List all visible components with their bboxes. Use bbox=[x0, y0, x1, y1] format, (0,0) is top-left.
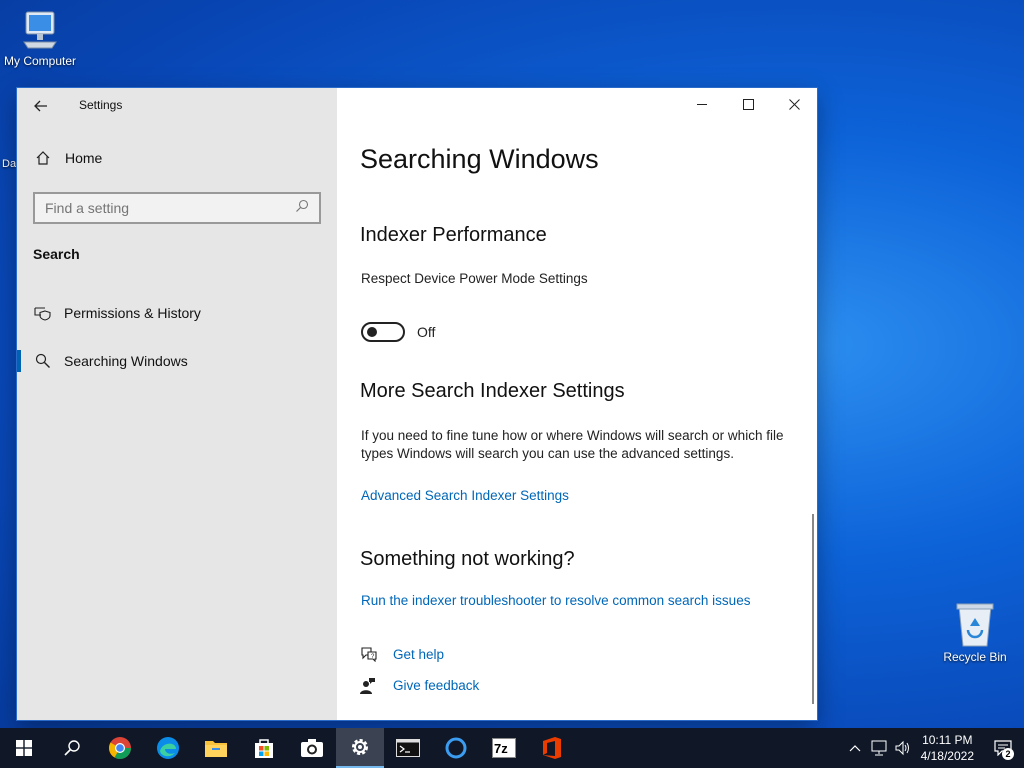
home-icon bbox=[33, 150, 53, 166]
page-title: Searching Windows bbox=[360, 144, 599, 174]
minimize-icon bbox=[696, 103, 707, 105]
get-help-link[interactable]: Get help bbox=[393, 647, 444, 662]
home-label: Home bbox=[65, 150, 103, 166]
maximize-button[interactable] bbox=[725, 88, 771, 120]
taskbar-cortana[interactable] bbox=[432, 728, 480, 768]
content-scrollbar[interactable] bbox=[812, 514, 814, 704]
settings-content: Searching Windows Indexer Performance Re… bbox=[337, 88, 817, 720]
search-icon bbox=[64, 740, 80, 756]
taskbar-7zip[interactable]: 7z bbox=[480, 728, 528, 768]
sidebar-item-home[interactable]: Home bbox=[33, 150, 102, 166]
clock-date: 4/18/2022 bbox=[920, 749, 974, 763]
advanced-indexer-settings-link[interactable]: Advanced Search Indexer Settings bbox=[361, 488, 569, 503]
partial-desktop-label: Da bbox=[2, 158, 17, 170]
cortana-icon bbox=[445, 737, 467, 759]
sidebar-item-permissions-history[interactable]: Permissions & History bbox=[17, 293, 337, 333]
indexer-performance-heading: Indexer Performance bbox=[360, 224, 547, 246]
close-icon bbox=[788, 98, 800, 110]
chevron-up-icon bbox=[849, 745, 861, 752]
office-icon bbox=[543, 737, 561, 759]
start-icon bbox=[16, 740, 32, 756]
shield-history-icon bbox=[33, 305, 53, 321]
network-icon bbox=[871, 740, 887, 756]
something-not-working-heading: Something not working? bbox=[360, 548, 575, 570]
taskbar-clock[interactable]: 10:11 PM 4/18/2022 bbox=[921, 732, 974, 764]
sidebar-item-label: Permissions & History bbox=[64, 305, 201, 321]
recycle-bin-label: Recycle Bin bbox=[943, 650, 1007, 664]
taskbar-store[interactable] bbox=[240, 728, 288, 768]
taskbar-camera[interactable] bbox=[288, 728, 336, 768]
more-settings-description: If you need to fine tune how or where Wi… bbox=[361, 428, 784, 461]
camera-icon bbox=[301, 739, 323, 757]
my-computer-desktop-icon[interactable]: My Computer bbox=[0, 8, 80, 68]
recycle-bin-desktop-icon[interactable]: Recycle Bin bbox=[935, 600, 1015, 664]
find-setting-search-box[interactable] bbox=[33, 192, 321, 224]
store-icon bbox=[255, 739, 273, 758]
sidebar-item-searching-windows[interactable]: Searching Windows bbox=[17, 341, 337, 381]
start-button[interactable] bbox=[0, 728, 48, 768]
terminal-icon bbox=[396, 739, 420, 757]
app-title: Settings bbox=[79, 98, 123, 112]
taskbar-settings[interactable] bbox=[336, 728, 384, 768]
give-feedback-link[interactable]: Give feedback bbox=[393, 678, 479, 693]
power-mode-toggle[interactable] bbox=[361, 322, 405, 342]
more-indexer-settings-heading: More Search Indexer Settings bbox=[360, 380, 625, 402]
action-center-button[interactable]: 2 bbox=[982, 728, 1024, 768]
file-explorer-icon bbox=[205, 741, 227, 757]
network-button[interactable] bbox=[867, 740, 891, 756]
sidebar-section-search: Search bbox=[33, 246, 80, 262]
sidebar-item-label: Searching Windows bbox=[64, 353, 188, 369]
7zip-label: 7z bbox=[494, 741, 508, 756]
back-arrow-icon bbox=[34, 100, 47, 112]
volume-icon bbox=[895, 740, 909, 756]
search-icon[interactable] bbox=[295, 199, 309, 218]
taskbar: 7z 10:11 PM 4/18/2022 2 bbox=[0, 728, 1024, 768]
search-icon bbox=[33, 353, 53, 369]
7zip-icon: 7z bbox=[492, 738, 516, 758]
taskbar-office[interactable] bbox=[528, 728, 576, 768]
chrome-icon bbox=[109, 737, 131, 759]
show-hidden-icons-button[interactable] bbox=[843, 744, 867, 752]
minimize-button[interactable] bbox=[679, 88, 725, 120]
notification-badge: 2 bbox=[1002, 748, 1014, 760]
taskbar-edge[interactable] bbox=[144, 728, 192, 768]
system-tray: 10:11 PM 4/18/2022 2 bbox=[843, 728, 1024, 768]
toggle-knob bbox=[367, 327, 377, 337]
give-feedback-icon bbox=[360, 677, 376, 700]
taskbar-file-explorer[interactable] bbox=[192, 728, 240, 768]
toggle-state-label: Off bbox=[417, 324, 436, 340]
settings-sidebar: Settings Home Search Permissions & Histo… bbox=[17, 88, 337, 720]
computer-icon bbox=[23, 11, 57, 49]
volume-button[interactable] bbox=[891, 740, 915, 756]
clock-time: 10:11 PM bbox=[922, 733, 973, 747]
taskbar-chrome[interactable] bbox=[96, 728, 144, 768]
settings-window: Settings Home Search Permissions & Histo… bbox=[17, 88, 817, 720]
my-computer-label: My Computer bbox=[3, 54, 77, 68]
close-button[interactable] bbox=[771, 88, 817, 120]
maximize-icon bbox=[742, 98, 754, 110]
settings-icon bbox=[352, 739, 368, 755]
edge-icon bbox=[157, 737, 179, 759]
taskbar-terminal[interactable] bbox=[384, 728, 432, 768]
get-help-icon: ? bbox=[360, 646, 378, 667]
find-setting-input[interactable] bbox=[45, 200, 285, 216]
respect-power-mode-label: Respect Device Power Mode Settings bbox=[361, 271, 588, 286]
back-button[interactable] bbox=[31, 96, 51, 116]
troubleshooter-link[interactable]: Run the indexer troubleshooter to resolv… bbox=[361, 593, 750, 608]
recycle-bin-icon bbox=[956, 603, 994, 647]
taskbar-search-button[interactable] bbox=[48, 728, 96, 768]
